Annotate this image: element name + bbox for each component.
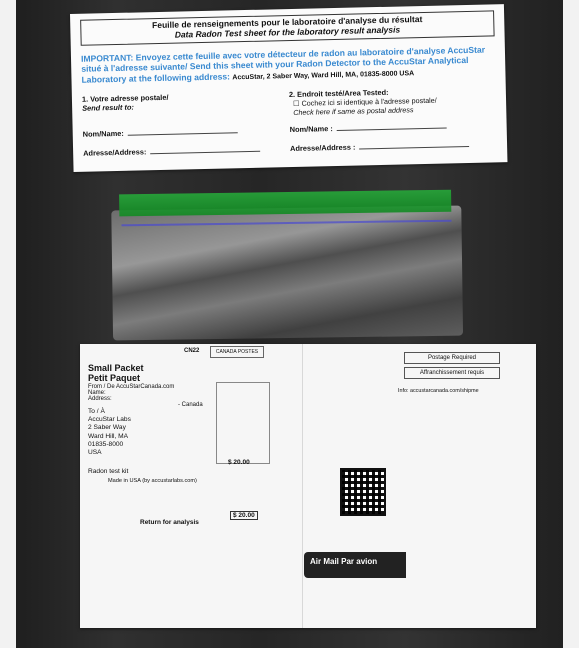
area-tested-column: 2. Endroit testé/Area Tested: ☐ Cochez i… xyxy=(289,85,497,117)
return-reason: Return for analysis xyxy=(140,519,199,526)
envelope-fold xyxy=(302,344,303,628)
name2-row: Nom/Name : xyxy=(290,120,497,134)
addr1-label: Adresse/Address: xyxy=(83,147,147,158)
name2-field[interactable] xyxy=(336,127,447,131)
to-label: To / À xyxy=(88,408,105,415)
contents-description: Radon test kit xyxy=(88,468,129,475)
canada-post-logo: CANADA POSTES xyxy=(210,346,264,358)
addr2-row: Adresse/Address : xyxy=(290,139,497,153)
declared-value: $ 20.00 xyxy=(228,459,250,466)
mailing-envelope: CN22 CANADA POSTES Small Packet Petit Pa… xyxy=(80,344,536,628)
plastic-zip-bag xyxy=(111,180,464,341)
same-address-check[interactable]: ☐ Cochez ici si identique à l'adresse po… xyxy=(293,94,496,117)
send-result-column: 1. Votre adresse postale/ Send result to… xyxy=(82,90,290,122)
addr1-row: Adresse/Address: xyxy=(83,144,290,158)
to-line: Ward Hill, MA xyxy=(88,432,129,440)
origin-note: Made in USA (by accustarlabs.com) xyxy=(108,478,197,484)
radon-data-sheet: Feuille de renseignements pour le labora… xyxy=(70,4,508,172)
bag-body xyxy=(111,205,464,341)
to-line: AccuStar Labs xyxy=(88,416,131,424)
addr2-label: Adresse/Address : xyxy=(290,142,356,153)
name1-row: Nom/Name: xyxy=(82,125,290,139)
to-line: 01835-8000 xyxy=(88,440,124,448)
check-sub: Check here if same as postal address xyxy=(293,104,414,117)
airmail-text: Air Mail Par avion xyxy=(310,557,378,566)
postage-box: Postage Required Affranchissement requis xyxy=(404,352,500,382)
sheet-title: Feuille de renseignements pour le labora… xyxy=(80,10,495,46)
col2-lines: Nom/Name : Adresse/Address : xyxy=(290,120,498,163)
to-line: USA xyxy=(88,449,102,457)
addr2-field[interactable] xyxy=(359,145,470,150)
important-note: IMPORTANT: Envoyez cette feuille avec vo… xyxy=(81,44,496,87)
recipient-block: To / À AccuStar Labs 2 Saber Way Ward Hi… xyxy=(88,408,131,457)
postage-required: Postage Required xyxy=(404,352,500,364)
address-lines: Nom/Name: Adresse/Address: Nom/Name : Ad… xyxy=(83,120,498,167)
customs-grid xyxy=(216,382,270,464)
bag-zipper xyxy=(119,189,452,217)
addr1-field[interactable] xyxy=(150,150,261,154)
info-url: Info: accustarcanada.com/shipme xyxy=(398,388,479,394)
air-mail-label: Air Mail Par avion xyxy=(304,552,406,578)
cn22-label: CN22 xyxy=(184,348,200,354)
sheet-columns: 1. Votre adresse postale/ Send result to… xyxy=(82,85,497,121)
qr-code-icon xyxy=(340,468,386,516)
name1-field[interactable] xyxy=(127,131,238,136)
name2-label: Nom/Name : xyxy=(289,123,333,134)
lab-address: AccuStar, 2 Saber Way, Ward Hill, MA, 01… xyxy=(232,70,415,82)
affranchissement: Affranchissement requis xyxy=(404,367,500,379)
to-line: 2 Saber Way xyxy=(88,424,126,432)
total-value: $ 20.00 xyxy=(230,511,258,520)
col1-lines: Nom/Name: Adresse/Address: xyxy=(83,125,291,168)
name1-label: Nom/Name: xyxy=(82,128,124,139)
